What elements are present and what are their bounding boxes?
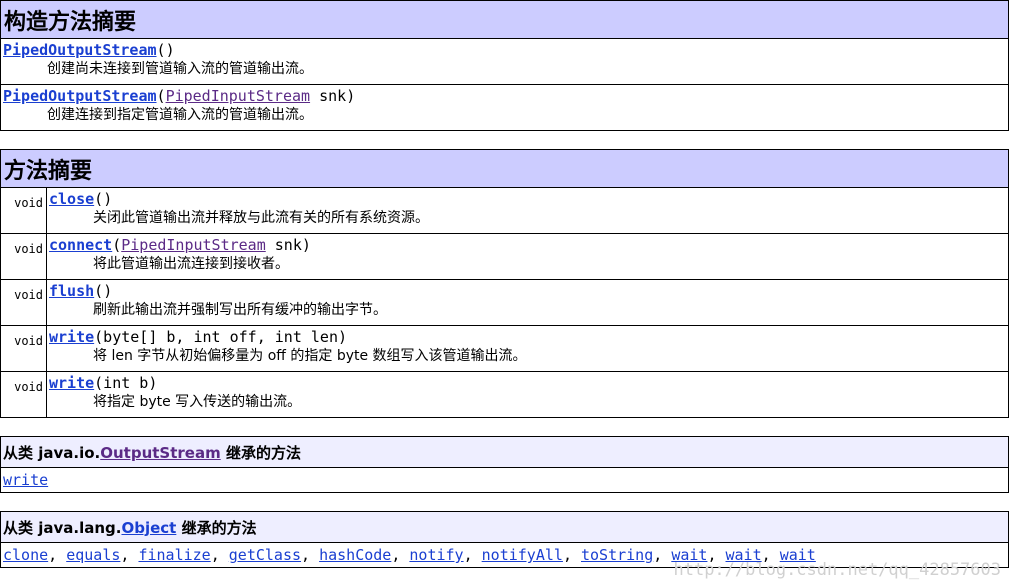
inherited-method-link-equals[interactable]: equals: [66, 546, 120, 564]
inherited-method-link-clone[interactable]: clone: [3, 546, 48, 564]
sig-close: ): [148, 374, 158, 392]
method-row: connect(PipedInputStream snk) 将此管道输出流连接到…: [46, 233, 1009, 280]
method-summary-table: 方法摘要 void close() 关闭此管道输出流并释放与此流有关的所有系统资…: [0, 149, 1009, 418]
outputstream-class-link[interactable]: OutputStream: [100, 444, 220, 462]
method-description: 将 len 字节从初始偏移量为 off 的指定 byte 数组写入该管道输出流。: [93, 348, 527, 364]
inherited-prefix: 从类 java.lang.: [3, 518, 122, 537]
method-signature: flush(): [47, 280, 1008, 301]
constructor-row: PipedOutputStream(PipedInputStream snk) …: [0, 84, 1009, 131]
watermark: http://blog.csdn.net/qq_42857603: [673, 560, 1001, 580]
constructor-description: 创建尚未连接到管道输入流的管道输出流。: [47, 61, 313, 77]
method-description: 将此管道输出流连接到接收者。: [93, 256, 289, 272]
method-summary-header: 方法摘要: [0, 149, 1009, 188]
sig-open: (: [94, 190, 104, 208]
return-type-cell: void: [0, 371, 47, 418]
method-signature: write(int b): [47, 372, 1008, 393]
inherited-prefix: 从类 java.io.: [3, 443, 101, 462]
inherited-method-link-write[interactable]: write: [3, 471, 48, 489]
return-type-cell: void: [0, 325, 47, 372]
method-row: write(byte[] b, int off, int len) 将 len …: [46, 325, 1009, 372]
method-link-write[interactable]: write: [49, 328, 94, 346]
inherited-outputstream-header: 从类 java.io.OutputStream 继承的方法: [0, 436, 1009, 468]
method-summary-title: 方法摘要: [4, 158, 93, 184]
sig-close: ): [346, 87, 356, 105]
constructor-row: PipedOutputStream() 创建尚未连接到管道输入流的管道输出流。: [0, 38, 1009, 85]
method-description: 关闭此管道输出流并释放与此流有关的所有系统资源。: [93, 210, 429, 226]
inherited-object-header: 从类 java.lang.Object 继承的方法: [0, 511, 1009, 543]
inherited-outputstream-table: 从类 java.io.OutputStream 继承的方法 write: [0, 436, 1009, 493]
sig-open: (: [156, 41, 166, 59]
constructor-description: 创建连接到指定管道输入流的管道输出流。: [47, 107, 313, 123]
return-type: void: [14, 196, 43, 210]
sig-close: ): [103, 190, 113, 208]
constructor-summary-title: 构造方法摘要: [4, 9, 137, 35]
constructor-summary-header: 构造方法摘要: [0, 0, 1009, 39]
param-type-link[interactable]: PipedInputStream: [166, 87, 311, 105]
constructor-link[interactable]: PipedOutputStream: [3, 87, 157, 105]
sig-close: ): [103, 282, 113, 300]
method-description: 将指定 byte 写入传送的输出流。: [93, 394, 302, 410]
sig-close: ): [301, 236, 311, 254]
object-class-link[interactable]: Object: [121, 519, 176, 537]
inherited-outputstream-methods: write: [0, 467, 1009, 493]
return-type: void: [14, 242, 43, 256]
inherited-suffix: 继承的方法: [220, 443, 301, 462]
method-link-write[interactable]: write: [49, 374, 94, 392]
sig-open: (: [156, 87, 166, 105]
param-name: snk: [310, 87, 347, 105]
inherited-method-link-finalize[interactable]: finalize: [138, 546, 210, 564]
param-type-link[interactable]: PipedInputStream: [121, 236, 266, 254]
method-row: flush() 刷新此输出流并强制写出所有缓冲的输出字节。: [46, 279, 1009, 326]
inherited-method-link-getclass[interactable]: getClass: [229, 546, 301, 564]
method-signature: connect(PipedInputStream snk): [47, 234, 1008, 255]
return-type: void: [14, 288, 43, 302]
method-signature: close(): [47, 188, 1008, 209]
return-type: void: [14, 334, 43, 348]
inherited-method-link-notify[interactable]: notify: [409, 546, 463, 564]
sig-params: (byte[] b, int off, int len: [94, 328, 338, 346]
inherited-method-link-tostring[interactable]: toString: [581, 546, 653, 564]
return-type-cell: void: [0, 233, 47, 280]
method-link-close[interactable]: close: [49, 190, 94, 208]
method-link-flush[interactable]: flush: [49, 282, 94, 300]
sig-close: ): [338, 328, 348, 346]
method-row: write(int b) 将指定 byte 写入传送的输出流。: [46, 371, 1009, 418]
constructor-summary-table: 构造方法摘要 PipedOutputStream() 创建尚未连接到管道输入流的…: [0, 0, 1009, 131]
return-type-cell: void: [0, 187, 47, 234]
constructor-link[interactable]: PipedOutputStream: [3, 41, 157, 59]
sig-close: ): [165, 41, 175, 59]
constructor-signature: PipedOutputStream(PipedInputStream snk): [1, 85, 1008, 106]
sig-params: (int b: [94, 374, 149, 392]
param-name: snk: [265, 236, 302, 254]
inherited-method-link-hashcode[interactable]: hashCode: [319, 546, 391, 564]
method-row: close() 关闭此管道输出流并释放与此流有关的所有系统资源。: [46, 187, 1009, 234]
return-type: void: [14, 380, 43, 394]
method-description: 刷新此输出流并强制写出所有缓冲的输出字节。: [93, 302, 387, 318]
inherited-suffix: 继承的方法: [176, 518, 257, 537]
return-type-cell: void: [0, 279, 47, 326]
method-link-connect[interactable]: connect: [49, 236, 112, 254]
sig-open: (: [112, 236, 122, 254]
constructor-signature: PipedOutputStream(): [1, 39, 1008, 60]
inherited-method-link-notifyall[interactable]: notifyAll: [482, 546, 563, 564]
method-signature: write(byte[] b, int off, int len): [47, 326, 1008, 347]
sig-open: (: [94, 282, 104, 300]
